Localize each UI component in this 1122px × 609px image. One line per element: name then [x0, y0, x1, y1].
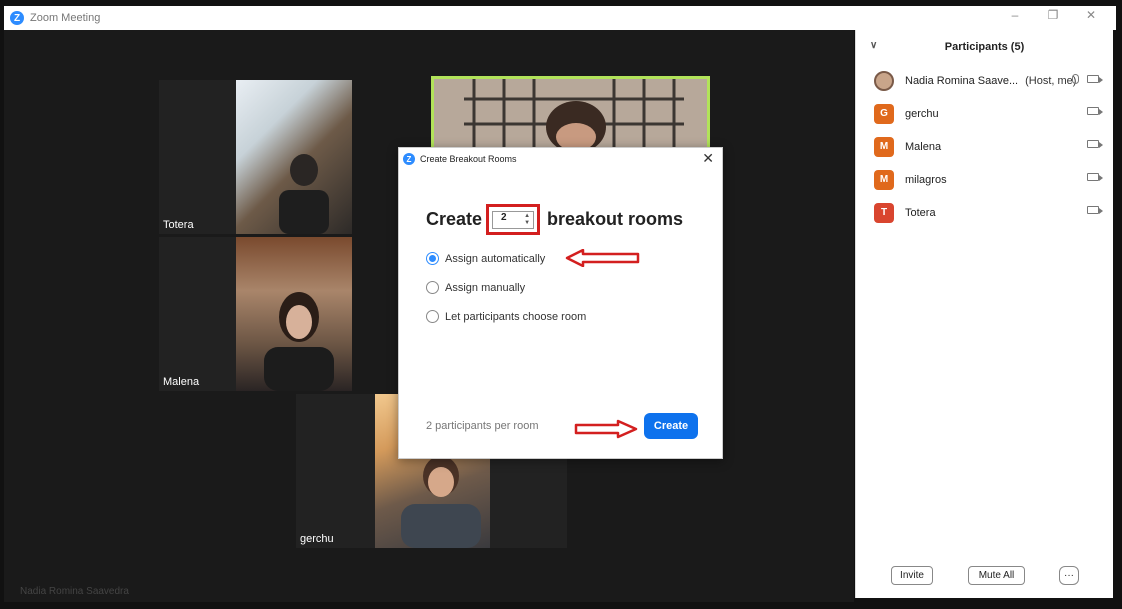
room-count-value: 2 [501, 211, 507, 223]
participant-name: milagros [905, 173, 947, 186]
mute-all-button[interactable]: Mute All [968, 566, 1025, 585]
participants-title: Participants (5) [944, 41, 1025, 53]
participant-name: gerchu [905, 107, 939, 120]
camera-icon[interactable] [1087, 75, 1103, 83]
participant-name: Totera [905, 206, 936, 219]
zoom-logo-icon: Z [403, 153, 415, 165]
person-silhouette [401, 456, 481, 548]
participant-role: (Host, me) [1025, 74, 1077, 87]
create-rooms-line: Create 2 ▲ ▼ breakout rooms [426, 204, 683, 235]
zoom-window: Z Zoom Meeting – ❐ ✕ Totera Malena gerch… [0, 0, 1122, 609]
participant-name: Malena [905, 140, 942, 153]
option-assign-automatically[interactable]: Assign automatically [426, 252, 545, 265]
zoom-logo-icon: Z [10, 11, 24, 25]
create-suffix: breakout rooms [547, 209, 684, 229]
participant-icons [1087, 173, 1103, 181]
participants-footer: Invite Mute All ··· [856, 566, 1114, 590]
create-button[interactable]: Create [644, 413, 698, 439]
participant-row[interactable]: M milagros [856, 163, 1113, 196]
avatar: G [874, 103, 894, 124]
more-options-button[interactable]: ··· [1059, 566, 1079, 585]
participant-row[interactable]: M Malena [856, 130, 1113, 163]
radio-unchecked[interactable] [426, 310, 439, 323]
video-tile-totera[interactable]: Totera [159, 80, 352, 234]
avatar: M [874, 136, 894, 157]
participant-icons [1072, 74, 1103, 84]
per-room-text: 2 participants per room [426, 420, 539, 432]
option-assign-manually[interactable]: Assign manually [426, 281, 525, 294]
option-label: Let participants choose room [445, 310, 587, 323]
person-silhouette [264, 292, 334, 391]
annotation-highlight-box: 2 ▲ ▼ [486, 204, 541, 235]
avatar [874, 70, 894, 91]
bottom-partial-name: Nadia Romina Saavedra [20, 586, 129, 597]
participants-header: ∨ Participants (5) [856, 30, 1113, 64]
avatar: M [874, 169, 894, 190]
participant-row[interactable]: T Totera [856, 196, 1113, 229]
close-window-icon[interactable]: ✕ [1084, 8, 1098, 22]
tile-name: Totera [163, 219, 194, 231]
video-tile-active-speaker[interactable] [431, 76, 710, 150]
participant-icons [1087, 140, 1103, 148]
radio-checked[interactable] [426, 252, 439, 265]
video-tile-malena[interactable]: Malena [159, 237, 352, 391]
annotation-arrow-left-icon [565, 249, 640, 267]
room-count-stepper[interactable]: 2 ▲ ▼ [492, 210, 535, 229]
chevron-down-icon[interactable]: ∨ [870, 40, 877, 51]
avatar: T [874, 202, 894, 223]
participant-icons [1087, 206, 1103, 214]
title-bar: Z Zoom Meeting – ❐ ✕ [4, 6, 1116, 30]
participant-row[interactable]: Nadia Romina Saave... (Host, me) [856, 64, 1113, 97]
restore-icon[interactable]: ❐ [1046, 8, 1060, 22]
person-silhouette [279, 154, 329, 234]
breakout-rooms-dialog: Z Create Breakout Rooms ✕ Create 2 ▲ ▼ br… [398, 147, 723, 459]
stepper-arrows-icon[interactable]: ▲ ▼ [524, 213, 530, 227]
participants-panel: ∨ Participants (5) Nadia Romina Saave...… [855, 30, 1113, 598]
tile-name: Malena [163, 376, 200, 388]
participant-row[interactable]: G gerchu [856, 97, 1113, 130]
window-controls: – ❐ ✕ [1008, 8, 1098, 22]
participant-icons [1087, 107, 1103, 115]
window-bars [464, 79, 684, 147]
dialog-title-bar: Z Create Breakout Rooms [399, 148, 722, 170]
camera-icon[interactable] [1087, 140, 1103, 148]
camera-icon[interactable] [1087, 206, 1103, 214]
window-title: Zoom Meeting [30, 12, 101, 24]
annotation-arrow-right-icon [574, 419, 638, 439]
camera-icon[interactable] [1087, 107, 1103, 115]
minimize-icon[interactable]: – [1008, 8, 1022, 22]
radio-unchecked[interactable] [426, 281, 439, 294]
close-icon[interactable]: ✕ [702, 150, 714, 167]
option-label: Assign automatically [445, 252, 546, 265]
option-let-participants-choose[interactable]: Let participants choose room [426, 310, 586, 323]
dialog-title: Create Breakout Rooms [420, 154, 517, 164]
option-label: Assign manually [445, 281, 526, 294]
camera-icon[interactable] [1087, 173, 1103, 181]
invite-button[interactable]: Invite [891, 566, 933, 585]
tile-name: gerchu [300, 533, 334, 545]
participant-name: Nadia Romina Saave... [905, 74, 1019, 87]
create-prefix: Create [426, 209, 483, 229]
mic-icon[interactable] [1072, 74, 1079, 84]
